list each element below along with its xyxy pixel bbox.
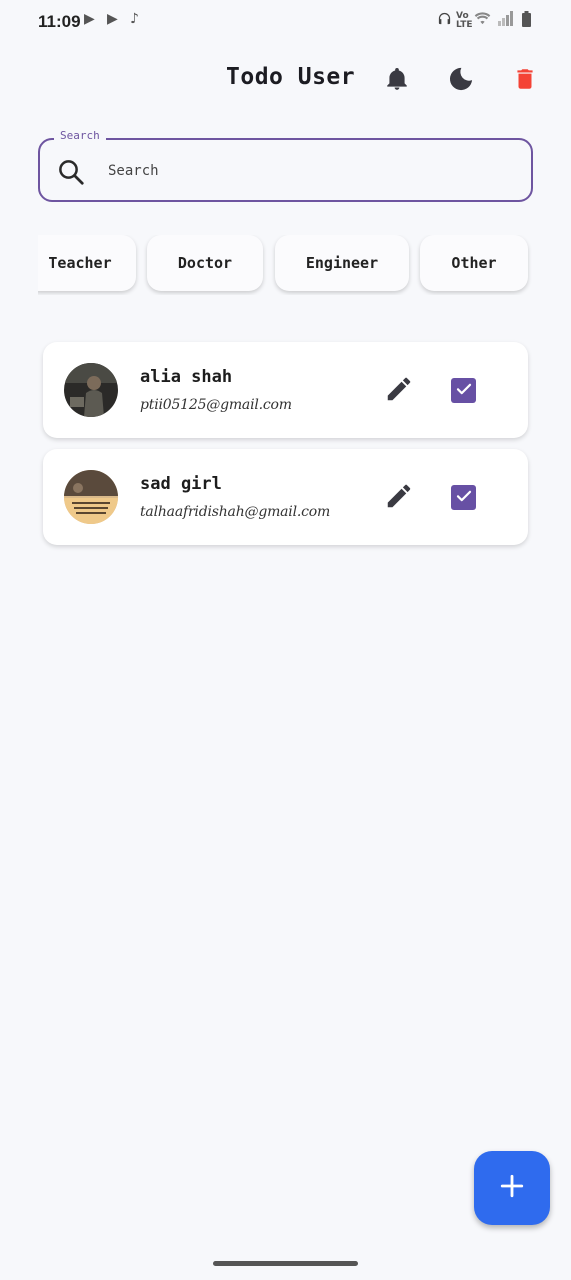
edit-button[interactable] [384,481,416,513]
chip-teacher[interactable]: Teacher [38,235,136,291]
play-store-icon: ▶ [107,11,118,27]
bell-icon [384,65,410,97]
home-indicator[interactable] [213,1261,358,1266]
chip-engineer[interactable]: Engineer [275,235,409,291]
avatar [64,470,118,524]
delete-all-button[interactable] [508,64,542,98]
tiktok-icon: ♪ [130,11,139,27]
theme-toggle-button[interactable] [444,64,478,98]
status-bar: 11:09 ▶ ▶ ♪ Vo LTE [0,0,571,44]
search-icon [56,157,86,191]
delete-icon [512,64,538,98]
status-time: 11:09 [38,12,81,31]
chip-label: Engineer [305,254,379,272]
user-card[interactable]: sad girl talhaafridishah@gmail.com [43,449,528,545]
chip-label: Other [451,254,497,272]
user-card[interactable]: alia shah ptii05125@gmail.com [43,342,528,438]
signal-icon [498,11,514,30]
chip-label: Doctor [177,254,233,272]
headphones-icon [437,11,452,30]
moon-icon [447,65,475,97]
volte-icon: Vo LTE [456,11,473,30]
edit-button[interactable] [384,374,416,406]
user-name: alia shah [140,367,233,387]
battery-icon [522,11,531,31]
avatar [64,363,118,417]
notifications-button[interactable] [380,64,414,98]
search-input[interactable] [106,156,490,186]
chip-other[interactable]: Other [420,235,528,291]
user-checkbox[interactable] [451,485,476,510]
pencil-icon [384,377,414,408]
pencil-icon [384,484,414,515]
chip-label: Teacher [48,254,112,272]
user-checkbox[interactable] [451,378,476,403]
search-label: Search [54,129,106,142]
page-title: Todo User [226,64,356,90]
checkmark-icon [455,487,473,509]
filter-chips: Teacher Doctor Engineer Other [38,235,533,295]
search-field[interactable]: Search [38,129,533,202]
chip-doctor[interactable]: Doctor [147,235,263,291]
user-email: talhaafridishah@gmail.com [140,504,331,520]
checkmark-icon [455,380,473,402]
add-user-button[interactable] [474,1151,550,1225]
user-email: ptii05125@gmail.com [140,397,292,413]
play-store-icon: ▶ [84,11,95,27]
wifi-icon [474,11,491,30]
plus-icon [499,1173,525,1203]
user-name: sad girl [140,474,222,494]
